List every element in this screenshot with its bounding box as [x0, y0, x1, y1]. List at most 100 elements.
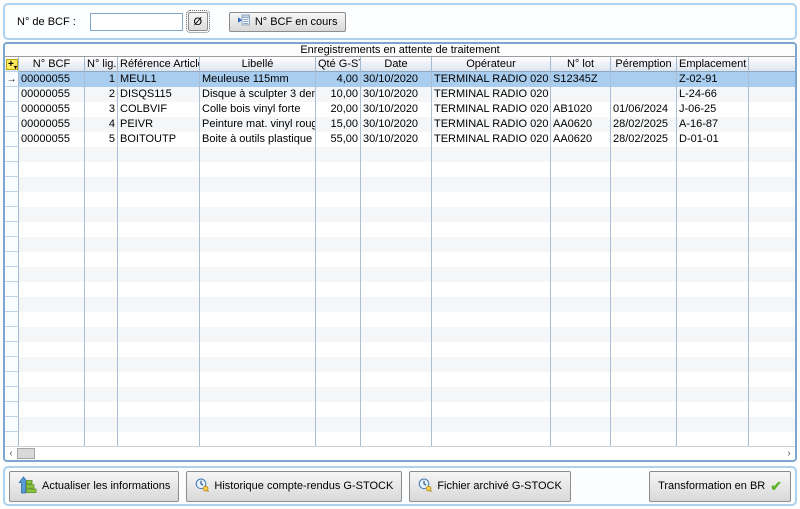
table-cell[interactable]	[432, 372, 551, 387]
table-cell[interactable]: 4	[85, 117, 118, 132]
table-cell[interactable]	[85, 237, 118, 252]
empty-table-row[interactable]	[5, 252, 795, 267]
table-cell[interactable]	[118, 312, 200, 327]
table-cell[interactable]	[200, 357, 316, 372]
empty-table-row[interactable]	[5, 147, 795, 162]
table-cell[interactable]	[19, 207, 85, 222]
table-cell[interactable]	[432, 417, 551, 432]
table-cell[interactable]	[85, 312, 118, 327]
table-cell[interactable]	[316, 312, 361, 327]
table-cell[interactable]	[749, 297, 795, 312]
table-cell[interactable]	[361, 192, 432, 207]
scrollbar-thumb[interactable]	[17, 448, 35, 459]
table-cell[interactable]	[316, 342, 361, 357]
table-cell[interactable]	[749, 267, 795, 282]
table-cell[interactable]	[551, 162, 611, 177]
table-cell[interactable]	[677, 372, 749, 387]
table-cell[interactable]	[19, 402, 85, 417]
table-cell[interactable]	[118, 432, 200, 447]
table-cell[interactable]: 3	[85, 102, 118, 117]
table-cell[interactable]	[677, 312, 749, 327]
empty-table-row[interactable]	[5, 237, 795, 252]
table-cell[interactable]	[19, 342, 85, 357]
table-cell[interactable]	[200, 192, 316, 207]
empty-table-row[interactable]	[5, 432, 795, 447]
table-cell[interactable]: 00000055	[19, 102, 85, 117]
table-cell[interactable]	[432, 357, 551, 372]
table-cell[interactable]	[749, 357, 795, 372]
empty-table-row[interactable]	[5, 267, 795, 282]
table-cell[interactable]	[316, 417, 361, 432]
table-cell[interactable]	[749, 237, 795, 252]
table-cell[interactable]	[85, 282, 118, 297]
row-selector-cell[interactable]	[5, 177, 19, 192]
table-cell[interactable]	[19, 192, 85, 207]
table-cell[interactable]	[749, 147, 795, 162]
table-cell[interactable]	[316, 147, 361, 162]
table-cell[interactable]	[749, 192, 795, 207]
row-selector-cell[interactable]	[5, 222, 19, 237]
table-cell[interactable]: 15,00	[316, 117, 361, 132]
table-cell[interactable]: 30/10/2020	[361, 87, 432, 102]
row-selector-cell[interactable]	[5, 237, 19, 252]
table-cell[interactable]	[432, 312, 551, 327]
table-cell[interactable]	[118, 147, 200, 162]
table-cell[interactable]	[316, 372, 361, 387]
table-cell[interactable]	[118, 267, 200, 282]
table-cell[interactable]	[749, 72, 795, 87]
table-cell[interactable]	[611, 267, 677, 282]
table-cell[interactable]	[551, 237, 611, 252]
table-cell[interactable]	[551, 312, 611, 327]
table-cell[interactable]	[551, 432, 611, 447]
table-cell[interactable]: 01/06/2024	[611, 102, 677, 117]
table-cell[interactable]	[432, 252, 551, 267]
table-cell[interactable]: 00000055	[19, 72, 85, 87]
table-cell[interactable]	[611, 342, 677, 357]
table-cell[interactable]: 5	[85, 132, 118, 147]
table-cell[interactable]	[677, 327, 749, 342]
column-header[interactable]: Libellé	[200, 57, 316, 72]
table-cell[interactable]	[200, 237, 316, 252]
column-header[interactable]: Emplacement	[677, 57, 749, 72]
table-cell[interactable]	[611, 87, 677, 102]
table-cell[interactable]	[361, 312, 432, 327]
table-cell[interactable]	[677, 207, 749, 222]
table-cell[interactable]	[551, 297, 611, 312]
table-cell[interactable]	[611, 402, 677, 417]
table-cell[interactable]	[316, 387, 361, 402]
table-cell[interactable]	[361, 282, 432, 297]
table-cell[interactable]	[749, 177, 795, 192]
table-cell[interactable]	[200, 147, 316, 162]
table-cell[interactable]	[361, 237, 432, 252]
table-cell[interactable]	[85, 297, 118, 312]
history-report-button[interactable]: Historique compte-rendus G-STOCK	[186, 471, 402, 502]
table-cell[interactable]: A-16-87	[677, 117, 749, 132]
table-cell[interactable]: 2	[85, 87, 118, 102]
table-cell[interactable]	[749, 252, 795, 267]
table-cell[interactable]	[551, 207, 611, 222]
table-cell[interactable]	[749, 207, 795, 222]
table-cell[interactable]	[85, 267, 118, 282]
table-cell[interactable]: AA0620	[551, 132, 611, 147]
table-cell[interactable]	[611, 252, 677, 267]
table-cell[interactable]	[361, 162, 432, 177]
table-cell[interactable]: 00000055	[19, 132, 85, 147]
table-cell[interactable]: 20,00	[316, 102, 361, 117]
table-cell[interactable]	[85, 327, 118, 342]
table-cell[interactable]	[551, 402, 611, 417]
table-cell[interactable]	[200, 372, 316, 387]
empty-table-row[interactable]	[5, 312, 795, 327]
table-cell[interactable]	[316, 177, 361, 192]
table-cell[interactable]: TERMINAL RADIO 020	[432, 132, 551, 147]
table-cell[interactable]	[361, 267, 432, 282]
table-cell[interactable]	[611, 147, 677, 162]
table-cell[interactable]	[749, 162, 795, 177]
table-cell[interactable]	[749, 387, 795, 402]
table-cell[interactable]	[85, 222, 118, 237]
table-cell[interactable]	[85, 402, 118, 417]
table-cell[interactable]	[85, 207, 118, 222]
table-cell[interactable]: J-06-25	[677, 102, 749, 117]
table-cell[interactable]: MEUL1	[118, 72, 200, 87]
table-cell[interactable]	[611, 327, 677, 342]
row-selector-cell[interactable]	[5, 372, 19, 387]
